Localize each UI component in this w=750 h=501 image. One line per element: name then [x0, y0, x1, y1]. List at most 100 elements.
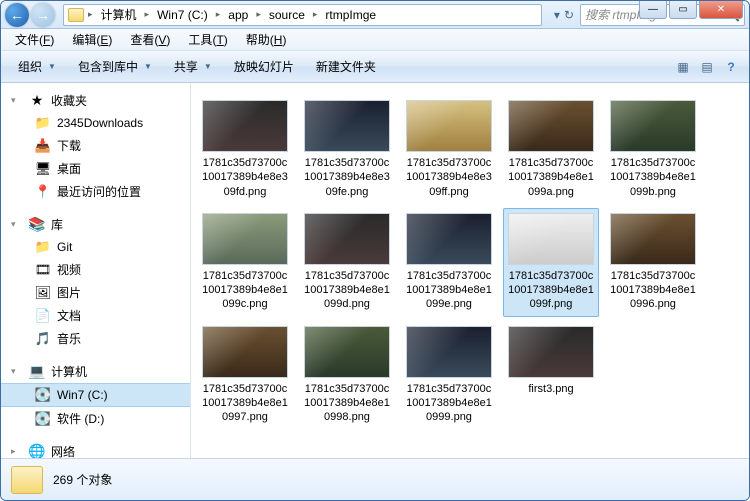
menu-file[interactable]: 文件(F) — [7, 29, 62, 50]
file-name: 1781c35d73700c10017389b4e8e1099b.png — [610, 156, 696, 199]
nav-back-button[interactable]: ← — [5, 3, 29, 27]
sidebar-item[interactable]: 🎞视频 — [1, 258, 190, 281]
file-item[interactable]: first3.png — [503, 321, 599, 430]
file-item[interactable]: 1781c35d73700c10017389b4e8e309fd.png — [197, 95, 293, 204]
sidebar-item[interactable]: 💽软件 (D:) — [1, 407, 190, 430]
menu-view[interactable]: 查看(V) — [122, 29, 178, 50]
item-icon: 📥 — [35, 138, 51, 154]
thumbnail — [508, 100, 594, 152]
thumbnail — [304, 100, 390, 152]
file-item[interactable]: 1781c35d73700c10017389b4e8e1099d.png — [299, 208, 395, 317]
close-button[interactable]: ✕ — [699, 1, 743, 19]
sidebar-group-head[interactable]: ▾★收藏夹 — [1, 89, 190, 112]
breadcrumb-sep-icon: ▸ — [214, 9, 223, 20]
file-item[interactable]: 1781c35d73700c10017389b4e8e1099e.png — [401, 208, 497, 317]
minimize-button[interactable]: — — [639, 1, 667, 19]
item-icon: 📁 — [35, 115, 51, 131]
item-label: Win7 (C:) — [57, 388, 108, 402]
breadcrumb-item[interactable]: 计算机 — [97, 5, 141, 25]
item-label: 音乐 — [57, 330, 81, 347]
item-icon: 🎵 — [35, 331, 51, 347]
chevron-down-icon: ▼ — [204, 62, 212, 71]
file-name: 1781c35d73700c10017389b4e8e1099d.png — [304, 269, 390, 312]
nav-forward-button[interactable]: → — [31, 3, 55, 27]
sidebar-item[interactable]: 🖼 图片 — [1, 281, 190, 304]
breadcrumb-item[interactable]: rtmpImge — [321, 5, 380, 25]
file-name: 1781c35d73700c10017389b4e8e309fd.png — [202, 156, 288, 199]
sidebar-item[interactable]: 📍最近访问的位置 — [1, 180, 190, 203]
chevron-down-icon: ▼ — [144, 62, 152, 71]
address-bar[interactable]: ▸ 计算机 ▸ Win7 (C:) ▸ app ▸ source ▸ rtmpI… — [63, 4, 542, 26]
file-name: 1781c35d73700c10017389b4e8e10998.png — [304, 382, 390, 425]
status-count: 269 个对象 — [53, 471, 112, 488]
group-label: 计算机 — [51, 363, 87, 380]
maximize-button[interactable]: ▭ — [669, 1, 697, 19]
sidebar-group-head[interactable]: ▾📚库 — [1, 213, 190, 236]
item-icon: 📍 — [35, 184, 51, 200]
file-list[interactable]: 1781c35d73700c10017389b4e8e309fd.png 1781… — [191, 83, 749, 458]
thumbnail — [202, 326, 288, 378]
file-name: 1781c35d73700c10017389b4e8e309ff.png — [406, 156, 492, 199]
item-icon: 🖥 — [35, 161, 51, 177]
toolbar-include-library[interactable]: 包含到库中▼ — [69, 53, 161, 80]
file-name: 1781c35d73700c10017389b4e8e1099a.png — [508, 156, 594, 199]
thumbnail — [406, 213, 492, 265]
item-icon: 📁 — [35, 239, 51, 255]
expand-icon: ▾ — [11, 366, 21, 377]
file-name: 1781c35d73700c10017389b4e8e1099f.png — [508, 269, 594, 312]
thumbnail — [610, 213, 696, 265]
file-item[interactable]: 1781c35d73700c10017389b4e8e1099b.png — [605, 95, 701, 204]
folder-icon — [68, 8, 84, 22]
toolbar-share[interactable]: 共享▼ — [165, 53, 221, 80]
preview-pane-icon[interactable]: ▤ — [697, 57, 717, 77]
folder-icon — [11, 466, 43, 494]
sidebar-item[interactable]: 📄文档 — [1, 304, 190, 327]
thumbnail — [406, 326, 492, 378]
file-name: 1781c35d73700c10017389b4e8e10996.png — [610, 269, 696, 312]
item-icon: 💽 — [35, 387, 51, 403]
refresh-icon[interactable]: ↻ — [564, 8, 574, 22]
menu-help[interactable]: 帮助(H) — [238, 29, 295, 50]
menu-edit[interactable]: 编辑(E) — [64, 29, 120, 50]
breadcrumb-item[interactable]: source — [265, 5, 309, 25]
toolbar: 组织▼ 包含到库中▼ 共享▼ 放映幻灯片 新建文件夹 ▦ ▤ ? — [1, 51, 749, 83]
file-item[interactable]: 1781c35d73700c10017389b4e8e10998.png — [299, 321, 395, 430]
sidebar-item[interactable]: 📁Git — [1, 236, 190, 258]
address-refresh[interactable]: ▾ ↻ — [548, 8, 580, 22]
sidebar-group-head[interactable]: ▾💻计算机 — [1, 360, 190, 383]
breadcrumb-item[interactable]: app — [224, 5, 252, 25]
dropdown-icon[interactable]: ▾ — [554, 8, 560, 22]
breadcrumb-item[interactable]: Win7 (C:) — [153, 5, 212, 25]
group-icon: ★ — [29, 93, 45, 109]
file-item[interactable]: 1781c35d73700c10017389b4e8e309ff.png — [401, 95, 497, 204]
sidebar-item[interactable]: 🎵 音乐 — [1, 327, 190, 350]
toolbar-newfolder[interactable]: 新建文件夹 — [307, 53, 385, 80]
help-icon[interactable]: ? — [721, 57, 741, 77]
viewmode-icon[interactable]: ▦ — [673, 57, 693, 77]
sidebar-item[interactable]: 💽 Win7 (C:) — [1, 383, 190, 407]
toolbar-organize[interactable]: 组织▼ — [9, 53, 65, 80]
file-item[interactable]: 1781c35d73700c10017389b4e8e10997.png — [197, 321, 293, 430]
navigation-pane[interactable]: ▾★收藏夹📁2345Downloads 📥 下载 🖥 桌面 📍最近访问的位置 ▾📚库📁Git… — [1, 83, 191, 458]
file-name: 1781c35d73700c10017389b4e8e1099c.png — [202, 269, 288, 312]
file-item[interactable]: 1781c35d73700c10017389b4e8e1099c.png — [197, 208, 293, 317]
breadcrumb-sep-icon: ▸ — [254, 9, 263, 20]
thumbnail — [304, 326, 390, 378]
sidebar-group-head[interactable]: ▸🌐网络 — [1, 440, 190, 458]
item-icon: 🎞 — [35, 262, 51, 278]
file-item[interactable]: 1781c35d73700c10017389b4e8e1099f.png — [503, 208, 599, 317]
file-item[interactable]: 1781c35d73700c10017389b4e8e309fe.png — [299, 95, 395, 204]
item-label: 下载 — [57, 137, 81, 154]
item-icon: 🖼 — [35, 285, 51, 301]
sidebar-item[interactable]: 📁2345Downloads — [1, 112, 190, 134]
file-item[interactable]: 1781c35d73700c10017389b4e8e10996.png — [605, 208, 701, 317]
menu-tools[interactable]: 工具(T) — [180, 29, 235, 50]
sidebar-item[interactable]: 🖥 桌面 — [1, 157, 190, 180]
item-label: 图片 — [57, 284, 81, 301]
sidebar-item[interactable]: 📥 下载 — [1, 134, 190, 157]
file-item[interactable]: 1781c35d73700c10017389b4e8e1099a.png — [503, 95, 599, 204]
file-item[interactable]: 1781c35d73700c10017389b4e8e10999.png — [401, 321, 497, 430]
toolbar-slideshow[interactable]: 放映幻灯片 — [225, 53, 303, 80]
item-label: 桌面 — [57, 160, 81, 177]
window-controls: — ▭ ✕ — [639, 1, 743, 19]
